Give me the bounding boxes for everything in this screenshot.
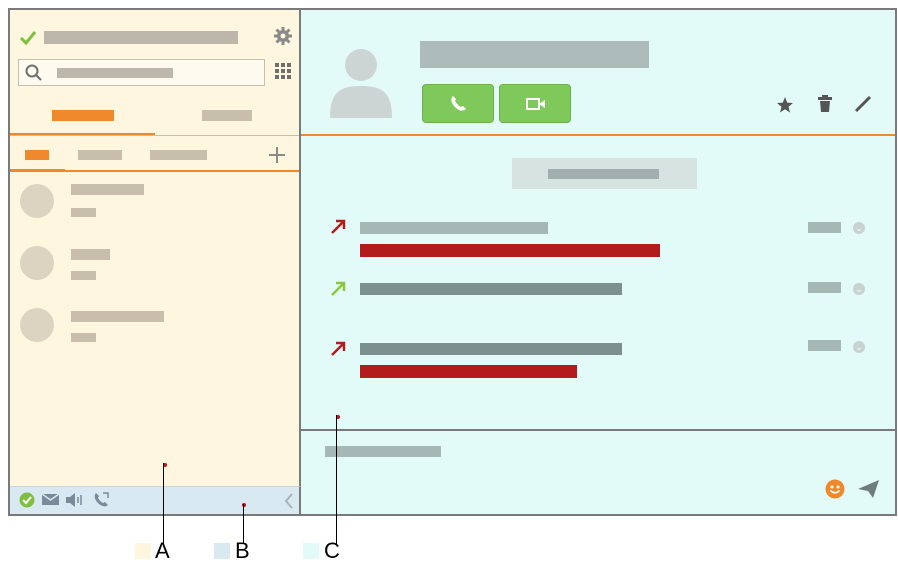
call-button[interactable] (422, 84, 494, 123)
chevron-left-icon[interactable] (284, 493, 294, 509)
contact-status (71, 208, 96, 217)
contact-name (71, 184, 144, 195)
list-item[interactable] (10, 240, 299, 296)
search-placeholder (57, 68, 173, 78)
legend-swatch-b (214, 543, 230, 559)
gear-icon[interactable] (274, 27, 292, 45)
header-divider (301, 134, 895, 136)
call-error-message (360, 365, 577, 378)
contacts-pane (10, 10, 301, 486)
search-icon (25, 64, 42, 81)
list-item[interactable] (10, 302, 299, 358)
call-entry-incoming[interactable]: ⌄ (301, 278, 895, 308)
divider (10, 135, 299, 136)
tab-history[interactable] (155, 106, 299, 136)
tab-contacts[interactable] (10, 106, 155, 136)
legend-label-b: B (235, 538, 250, 563)
call-time (808, 282, 841, 293)
trash-icon[interactable] (818, 95, 832, 113)
message-placeholder (325, 446, 441, 457)
contact-name (71, 311, 164, 322)
contact-name (71, 249, 110, 260)
tab-history-label (202, 110, 252, 121)
avatar (20, 246, 54, 280)
call-description (360, 222, 548, 234)
legend-label-c: C (324, 538, 340, 563)
tab-contacts-label (52, 110, 114, 121)
call-description (360, 283, 622, 295)
legend-swatch-c (303, 543, 319, 559)
callout-line-a (163, 463, 164, 544)
mail-icon[interactable] (42, 494, 60, 506)
call-time (808, 340, 841, 351)
search-input[interactable] (18, 59, 265, 86)
message-input[interactable] (301, 431, 895, 514)
user-name-placeholder (44, 31, 238, 44)
online-status-icon[interactable] (19, 492, 35, 508)
chevron-down-icon[interactable]: ⌄ (853, 222, 865, 234)
date-label (548, 169, 659, 179)
call-forward-icon[interactable] (93, 491, 111, 509)
callout-line-c (336, 415, 337, 544)
profile-avatar (330, 49, 392, 118)
call-description (360, 343, 622, 355)
call-entry-outgoing[interactable]: ⌄ (301, 215, 895, 265)
smiley-icon[interactable] (825, 479, 845, 499)
profile-name (420, 41, 649, 68)
video-call-button[interactable] (499, 84, 571, 123)
list-item[interactable] (10, 178, 299, 234)
contact-status (71, 271, 96, 280)
chevron-down-icon[interactable]: ⌄ (853, 341, 865, 353)
subtab-all[interactable] (10, 140, 65, 172)
plus-icon[interactable] (268, 146, 286, 164)
conversation-pane: ⌄ ⌄ ⌄ (301, 10, 895, 514)
avatar (20, 184, 54, 218)
subtab-all-label (25, 150, 49, 160)
avatar (20, 308, 54, 342)
send-icon[interactable] (858, 479, 880, 499)
chevron-down-icon[interactable]: ⌄ (853, 283, 865, 295)
legend-swatch-a (135, 543, 151, 559)
call-error-message (360, 244, 660, 257)
pencil-icon[interactable] (854, 95, 872, 113)
speaker-icon[interactable] (66, 493, 86, 507)
call-entry-outgoing[interactable]: ⌄ (301, 338, 895, 388)
video-icon (526, 98, 545, 110)
star-icon[interactable] (776, 96, 794, 114)
app-window: ⌄ ⌄ ⌄ (8, 8, 897, 516)
check-icon[interactable] (19, 30, 37, 46)
subtab-groups[interactable] (150, 150, 207, 160)
date-separator (512, 158, 697, 189)
incoming-call-icon (331, 281, 346, 296)
contact-status (71, 333, 96, 342)
outgoing-call-icon (331, 341, 346, 356)
legend-label-a: A (155, 538, 170, 563)
subtab-favorites[interactable] (78, 150, 122, 160)
outgoing-call-icon (331, 219, 346, 234)
dialpad-icon[interactable] (275, 63, 293, 81)
status-bar (10, 486, 301, 514)
call-time (808, 222, 841, 233)
subtab-underline (10, 170, 299, 172)
phone-icon (451, 96, 466, 111)
